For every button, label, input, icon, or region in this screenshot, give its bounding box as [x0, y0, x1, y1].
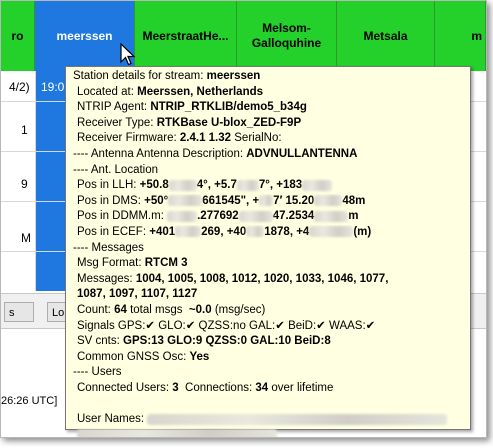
stream-dropdown[interactable]: s ▼: [4, 302, 34, 338]
signals-line: Signals GPS:✔ GLO:✔ QZSS:no GAL:✔ BeiD:✔…: [77, 319, 376, 332]
count-line: Count: 64 total msgs ~0.0 (msg/sec): [77, 303, 266, 316]
column-header-meerstraathe[interactable]: MeerstraatHe...: [135, 1, 237, 71]
redacted-block: [238, 210, 273, 222]
redacted-block: [314, 210, 349, 222]
column-header-ro[interactable]: ro: [1, 1, 35, 71]
redacted-block: [236, 179, 259, 191]
located-line: Located at: Meerssen, Netherlands: [77, 85, 264, 98]
redacted-block: [168, 195, 203, 207]
receiver-firmware-line: Receiver Firmware: 2.4.1 1.32 SerialNo:: [77, 132, 282, 145]
messages-header: ---- Messages: [73, 241, 144, 254]
stream-name: meerssen: [206, 70, 261, 82]
grid-cell[interactable]: 1: [21, 123, 28, 137]
redacted-block: [147, 413, 448, 425]
redacted-block: [246, 226, 265, 238]
pos-llh-line: Pos in LLH: +50.8 4°, +5.7 7°, +183: [73, 178, 470, 194]
grid-cell[interactable]: 4/2): [9, 80, 30, 94]
messages-line: Messages: 1004, 1005, 1008, 1012, 1020, …: [77, 272, 389, 285]
ntrip-agent-line: NTRIP Agent: NTRIP_RTKLIB/demo5_b34g: [77, 101, 307, 114]
redacted-block: [302, 179, 333, 191]
redacted-block: [168, 179, 197, 191]
receiver-type-line: Receiver Type: RTKBase U-blox_ZED-F9P: [77, 116, 302, 129]
tooltip-title-line: Station details for stream: meerssen: [73, 70, 261, 82]
common-osc-line: Common GNSS Osc: Yes: [77, 350, 210, 363]
mouse-cursor-icon: [120, 43, 136, 66]
users-header: ---- Users: [73, 366, 122, 379]
column-header-metsala[interactable]: Metsala: [337, 1, 435, 71]
dropdown-label: s: [9, 307, 15, 319]
station-details-tooltip: Station details for stream: meerssen Loc…: [65, 66, 471, 437]
grid-header-row: ro meerssen MeerstraatHe... Melsom- Gall…: [1, 1, 486, 71]
redacted-block: [175, 226, 202, 238]
redacted-block: [167, 210, 198, 222]
redacted-block: [259, 195, 274, 207]
pos-ddmm-line: Pos in DDMM.m: .277692 47.2534 m: [77, 210, 359, 223]
pos-ecef-line: Pos in ECEF: +401 269, +40 1878, +4 (m): [77, 225, 372, 238]
column-header-m[interactable]: m: [435, 1, 486, 71]
sv-counts-line: SV cnts: GPS:13 GLO:9 QZSS:0 GAL:10 BeiD…: [77, 335, 331, 348]
log-timestamp: 26:26 UTC]: [1, 395, 58, 407]
redacted-block: [77, 429, 277, 437]
redacted-block: [309, 226, 354, 238]
antenna-line: ---- Antenna Antenna Description: ADVNUL…: [73, 147, 358, 160]
msg-format-line: Msg Format: RTCM 3: [77, 257, 188, 270]
column-header-melsom-galloquhine[interactable]: Melsom- Galloquhine: [237, 1, 337, 71]
user-names-line: User Names:: [73, 412, 470, 428]
grid-cell-selected[interactable]: 19:0: [41, 80, 64, 94]
screenshot-frame: ro meerssen MeerstraatHe... Melsom- Gall…: [0, 0, 487, 438]
messages-line-2: 1087, 1097, 1107, 1127: [77, 288, 198, 301]
user-names-line-2: [73, 428, 470, 437]
connected-users-line: Connected Users: 3 Connections: 34 over …: [77, 381, 334, 394]
ant-location-header: ---- Ant. Location: [73, 163, 159, 176]
grid-cell[interactable]: 9: [21, 177, 28, 191]
redacted-block: [314, 195, 343, 207]
pos-dms-line: Pos in DMS: +50° 661545", +7′ 15.20 48m: [77, 194, 366, 207]
grid-cell[interactable]: M: [21, 231, 31, 245]
